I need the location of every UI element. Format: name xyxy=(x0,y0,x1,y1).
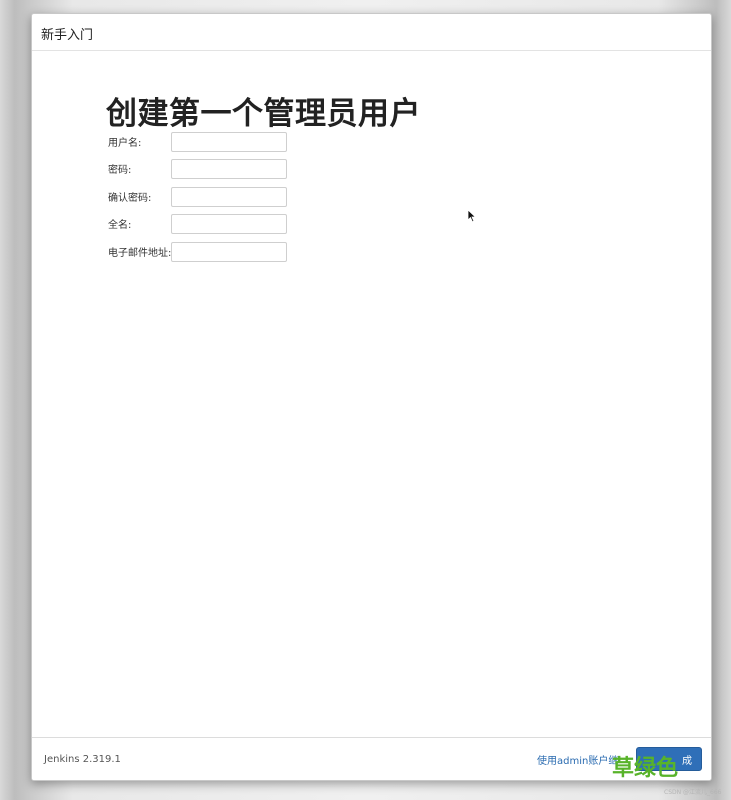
password-label: 密码: xyxy=(108,165,132,176)
watermark-text: 草绿色 xyxy=(612,756,679,781)
dialog-header: 新手入门 xyxy=(32,14,711,51)
dialog-title: 新手入门 xyxy=(41,28,94,43)
mouse-pointer-icon xyxy=(467,209,477,223)
fullname-label: 全名: xyxy=(108,220,132,231)
confirm-password-label: 确认密码: xyxy=(108,193,152,204)
continue-as-admin-link[interactable]: 使用admin账户继 xyxy=(537,752,618,767)
username-label: 用户名: xyxy=(108,138,142,149)
dialog-footer: Jenkins 2.319.1 使用admin账户继 成 xyxy=(32,737,711,780)
watermark-credit: CSDN @江流儿_666 xyxy=(664,789,722,796)
version-label: Jenkins 2.319.1 xyxy=(44,754,121,765)
email-label: 电子邮件地址: xyxy=(108,248,172,259)
fullname-input[interactable] xyxy=(171,214,287,234)
confirm-password-input[interactable] xyxy=(171,187,287,207)
password-input[interactable] xyxy=(171,159,287,179)
username-input[interactable] xyxy=(171,132,287,152)
setup-wizard-dialog: 新手入门 创建第一个管理员用户 用户名: 密码: 确认密码: 全名: 电子邮件地… xyxy=(31,13,712,781)
email-input[interactable] xyxy=(171,242,287,262)
page-heading: 创建第一个管理员用户 xyxy=(106,96,421,132)
